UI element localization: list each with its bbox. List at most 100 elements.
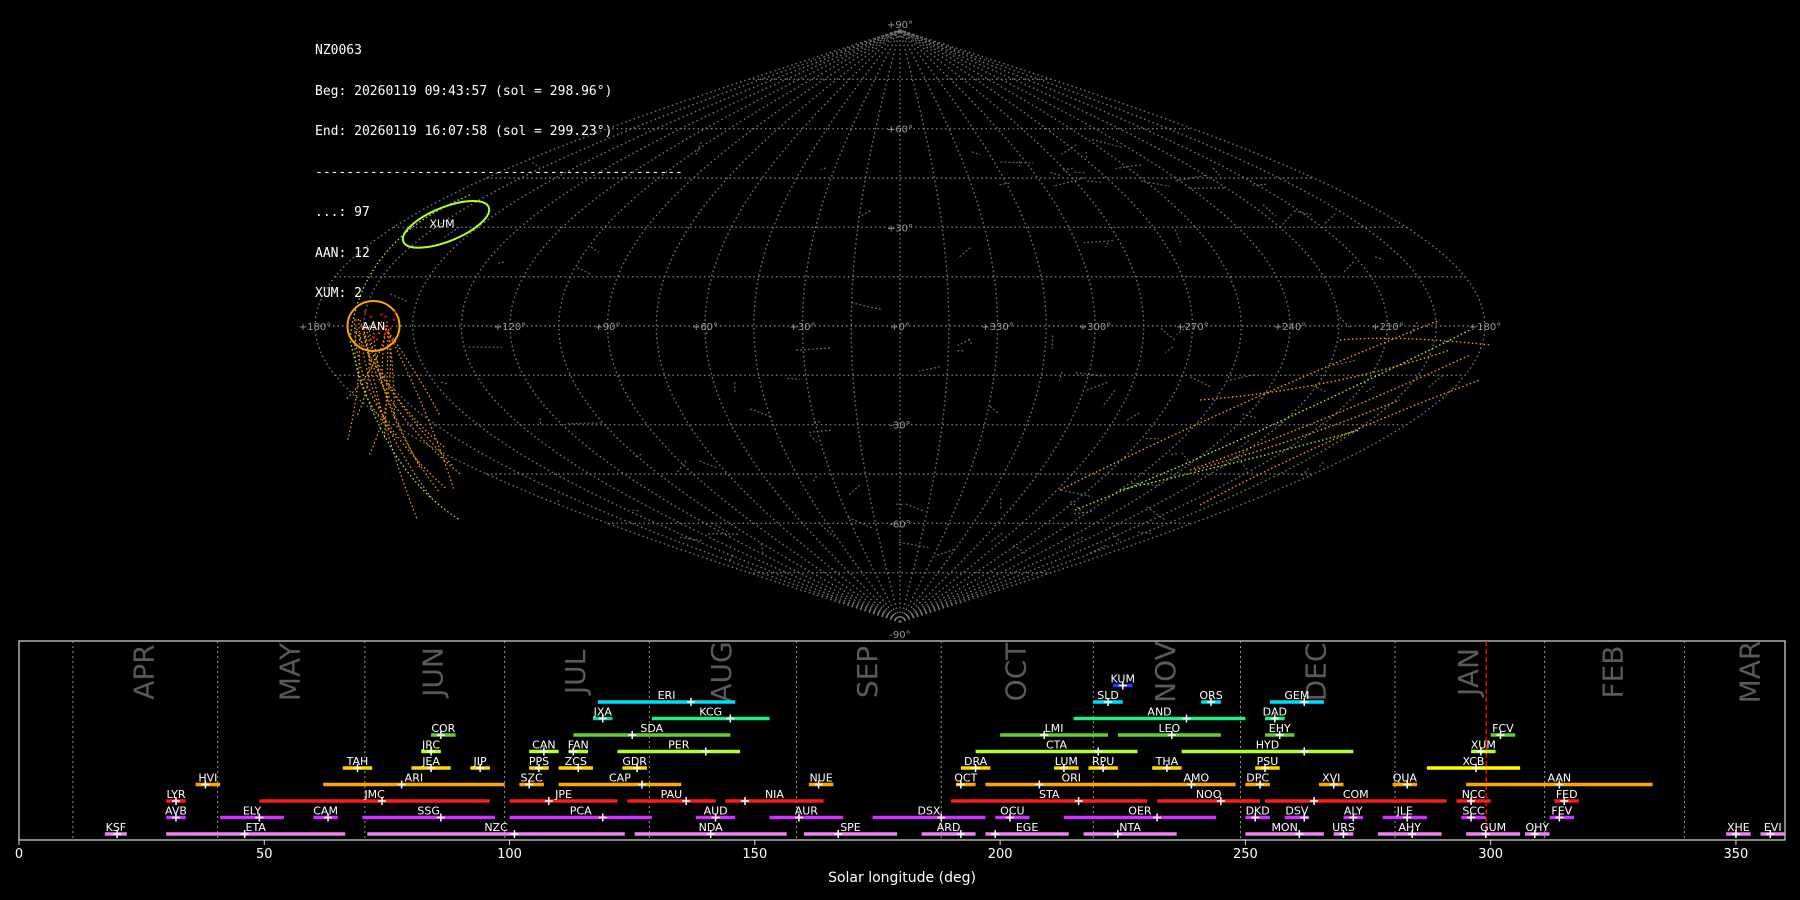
x-axis-tick-label: 350	[1724, 847, 1749, 862]
shower-code-label: EGE	[1016, 821, 1038, 834]
shower-code-label: MON	[1271, 821, 1297, 834]
shower-code-label: XUM	[1471, 739, 1496, 752]
x-axis-tick-label: 0	[15, 847, 23, 862]
shower-code-label: DKD	[1246, 805, 1270, 818]
shower-code-label: AMO	[1183, 772, 1209, 785]
shower-code-label: OCU	[1000, 805, 1024, 818]
shower-code-label: JXA	[593, 706, 613, 719]
shower-code-label: DPC	[1246, 772, 1269, 785]
shower-code-label: QUA	[1393, 772, 1418, 785]
shower-code-label: JEA	[421, 755, 440, 768]
shower-code-label: ZCS	[565, 755, 587, 768]
shower-code-label: AND	[1147, 706, 1171, 719]
shower-code-label: NUE	[809, 772, 832, 785]
shower-code-label: ALY	[1344, 805, 1363, 818]
shower-code-label: ETA	[246, 821, 267, 834]
shower-code-label: SSG	[417, 805, 440, 818]
shower-code-label: URS	[1332, 821, 1355, 834]
month-label: JAN	[1452, 648, 1485, 698]
shower-code-label: JLE	[1396, 805, 1413, 818]
shower-code-label: FCV	[1492, 722, 1514, 735]
shower-code-label: JIP	[473, 755, 487, 768]
month-label: JUL	[559, 649, 592, 696]
shower-code-label: GDR	[622, 755, 647, 768]
shower-code-label: DRA	[964, 755, 988, 768]
shower-code-label: RPU	[1092, 755, 1114, 768]
shower-code-label: NZC	[484, 821, 508, 834]
shower-code-label: HVI	[198, 772, 217, 785]
shower-code-label: GEM	[1284, 689, 1309, 702]
shower-code-label: XCB	[1463, 755, 1485, 768]
x-axis-tick-label: 150	[742, 847, 767, 862]
shower-code-label: PAU	[661, 788, 683, 801]
month-label: JUN	[417, 647, 450, 699]
shower-code-label: JRC	[421, 739, 440, 752]
shower-code-label: ARI	[405, 772, 423, 785]
shower-code-label: COR	[431, 722, 455, 735]
shower-code-label: NDA	[699, 821, 724, 834]
month-label: MAY	[273, 642, 306, 701]
shower-code-label: CAN	[532, 739, 555, 752]
x-axis-tick-label: 100	[497, 847, 522, 862]
month-label: OCT	[999, 642, 1032, 702]
shower-code-label: ELY	[243, 805, 262, 818]
x-axis-tick-label: 50	[256, 847, 273, 862]
shower-code-label: EVI	[1764, 821, 1782, 834]
shower-code-label: KCG	[699, 706, 722, 719]
shower-code-label: SCC	[1462, 805, 1485, 818]
month-label: NOV	[1149, 641, 1182, 703]
shower-code-label: ERI	[658, 689, 676, 702]
shower-code-label: LUM	[1055, 755, 1078, 768]
shower-code-label: KSF	[106, 821, 127, 834]
shower-code-label: OCT	[954, 772, 977, 785]
shower-code-label: PPS	[529, 755, 549, 768]
x-axis-label: Solar longitude (deg)	[828, 870, 976, 886]
shower-code-label: HYD	[1256, 739, 1279, 752]
shower-code-label: JPE	[554, 788, 572, 801]
shower-code-label: NTA	[1119, 821, 1141, 834]
month-label: APR	[127, 644, 160, 700]
month-label: MAR	[1734, 641, 1767, 704]
shower-code-label: LEO	[1158, 722, 1180, 735]
shower-code-label: ORS	[1199, 689, 1222, 702]
shower-code-label: THA	[1155, 755, 1179, 768]
month-label: SEP	[851, 646, 884, 698]
shower-code-label: AAN	[1548, 772, 1572, 785]
shower-code-label: CTA	[1046, 739, 1068, 752]
shower-code-label: XVI	[1322, 772, 1340, 785]
shower-code-label: SPE	[840, 821, 861, 834]
shower-code-label: OHY	[1525, 821, 1549, 834]
shower-code-label: JMC	[363, 788, 385, 801]
shower-code-label: EHY	[1269, 722, 1291, 735]
shower-code-label: FEV	[1551, 805, 1572, 818]
shower-code-label: KUM	[1111, 673, 1135, 686]
x-axis-tick-label: 250	[1233, 847, 1258, 862]
shower-timeline: APR MAY JUN JUL AUG SEP OCT NOV DEC JAN FEB MARKSF E…	[15, 640, 1786, 886]
shower-code-label: NIA	[765, 788, 784, 801]
shower-code-label: CAM	[313, 805, 338, 818]
shower-code-label: COM	[1343, 788, 1369, 801]
shower-code-label: CAP	[609, 772, 631, 785]
shower-code-label: NOO	[1196, 788, 1222, 801]
shower-code-label: LYR	[166, 788, 185, 801]
shower-code-label: ARD	[937, 821, 961, 834]
shower-code-label: PSU	[1257, 755, 1279, 768]
shower-code-label: SLD	[1097, 689, 1119, 702]
shower-code-label: DAD	[1263, 706, 1287, 719]
shower-code-label: OER	[1128, 805, 1152, 818]
shower-code-label: FAN	[568, 739, 589, 752]
shower-code-label: AVB	[165, 805, 187, 818]
shower-code-label: PER	[668, 739, 690, 752]
shower-code-label: FED	[1556, 788, 1578, 801]
shower-code-label: NCC	[1462, 788, 1486, 801]
shower-code-label: AHY	[1398, 821, 1421, 834]
shower-code-label: XHE	[1727, 821, 1750, 834]
shower-code-label: SDA	[640, 722, 663, 735]
shower-code-label: GUM	[1480, 821, 1506, 834]
shower-code-label: AUD	[704, 805, 728, 818]
shower-code-label: DSX	[917, 805, 940, 818]
shower-code-label: SZC	[521, 772, 544, 785]
shower-code-label: TAH	[346, 755, 369, 768]
shower-code-label: STA	[1039, 788, 1060, 801]
month-label: FEB	[1597, 645, 1630, 698]
